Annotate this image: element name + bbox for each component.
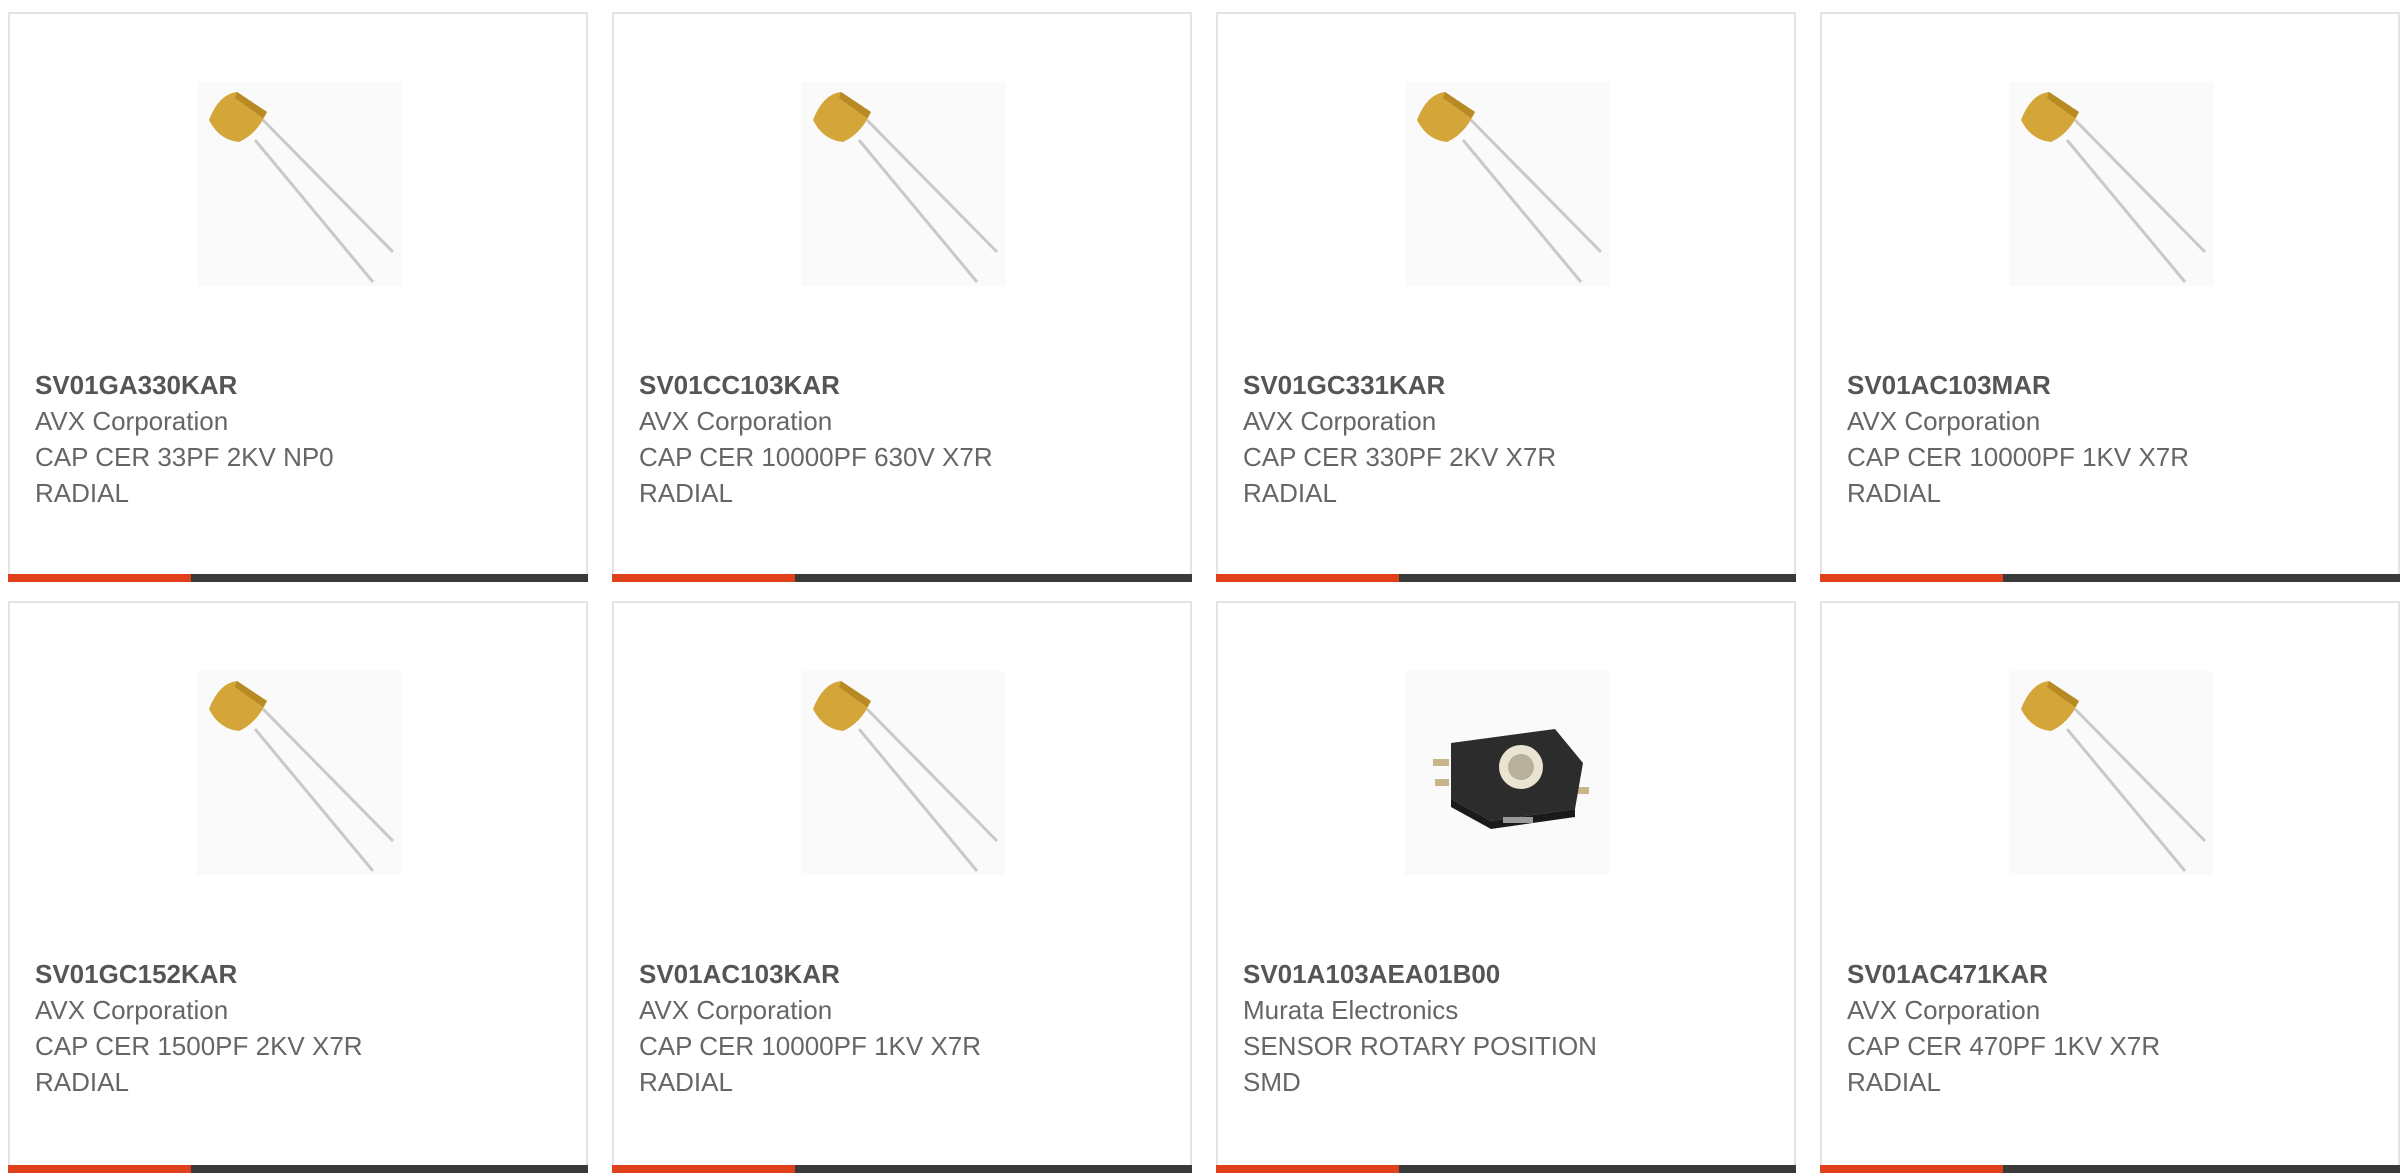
- card-accent-bar: [612, 574, 1192, 582]
- description-line-2: RADIAL: [1243, 478, 1337, 508]
- part-number-link[interactable]: SV01GC152KAR: [35, 956, 555, 992]
- product-card[interactable]: SV01GA330KAR AVX Corporation CAP CER 33P…: [8, 12, 588, 582]
- description-line-2: RADIAL: [1847, 478, 1941, 508]
- ceramic-capacitor-radial-icon[interactable]: [197, 82, 401, 286]
- description-line-1: CAP CER 470PF 1KV X7R: [1847, 1031, 2161, 1061]
- card-accent-bar: [8, 1165, 588, 1173]
- ceramic-capacitor-radial-icon[interactable]: [197, 671, 401, 875]
- product-card[interactable]: SV01GC152KAR AVX Corporation CAP CER 150…: [8, 601, 588, 1173]
- manufacturer: AVX Corporation: [35, 406, 229, 436]
- card-accent-bar: [612, 1165, 1192, 1173]
- ceramic-capacitor-radial-icon[interactable]: [801, 82, 1005, 286]
- description-line-1: CAP CER 1500PF 2KV X7R: [35, 1031, 363, 1061]
- description-line-1: CAP CER 10000PF 1KV X7R: [1847, 442, 2190, 472]
- card-accent-bar: [1216, 1165, 1796, 1173]
- part-number-link[interactable]: SV01CC103KAR: [639, 367, 1159, 403]
- product-card[interactable]: SV01AC103MAR AVX Corporation CAP CER 100…: [1820, 12, 2400, 582]
- card-accent-bar: [1820, 1165, 2400, 1173]
- product-card[interactable]: SV01GC331KAR AVX Corporation CAP CER 330…: [1216, 12, 1796, 582]
- description-line-2: RADIAL: [639, 478, 733, 508]
- part-number-link[interactable]: SV01AC103KAR: [639, 956, 1159, 992]
- ceramic-capacitor-radial-icon[interactable]: [2009, 671, 2213, 875]
- rotary-position-sensor-icon[interactable]: [1405, 671, 1609, 875]
- product-card[interactable]: SV01AC103KAR AVX Corporation CAP CER 100…: [612, 601, 1192, 1173]
- manufacturer: AVX Corporation: [639, 995, 833, 1025]
- description-line-1: CAP CER 33PF 2KV NP0: [35, 442, 334, 472]
- description-line-1: CAP CER 10000PF 1KV X7R: [639, 1031, 982, 1061]
- description-line-2: RADIAL: [1847, 1067, 1941, 1097]
- ceramic-capacitor-radial-icon[interactable]: [2009, 82, 2213, 286]
- manufacturer: AVX Corporation: [639, 406, 833, 436]
- manufacturer: Murata Electronics: [1243, 995, 1459, 1025]
- description-line-2: RADIAL: [35, 478, 129, 508]
- manufacturer: AVX Corporation: [1847, 406, 2041, 436]
- description-line-2: RADIAL: [639, 1067, 733, 1097]
- description-line-1: CAP CER 330PF 2KV X7R: [1243, 442, 1557, 472]
- manufacturer: AVX Corporation: [1847, 995, 2041, 1025]
- card-accent-bar: [1820, 574, 2400, 582]
- card-accent-bar: [1216, 574, 1796, 582]
- product-card[interactable]: SV01A103AEA01B00 Murata Electronics SENS…: [1216, 601, 1796, 1173]
- ceramic-capacitor-radial-icon[interactable]: [1405, 82, 1609, 286]
- description-line-2: SMD: [1243, 1067, 1301, 1097]
- product-card[interactable]: SV01AC471KAR AVX Corporation CAP CER 470…: [1820, 601, 2400, 1173]
- part-number-link[interactable]: SV01GC331KAR: [1243, 367, 1763, 403]
- part-number-link[interactable]: SV01AC103MAR: [1847, 367, 2367, 403]
- product-card[interactable]: SV01CC103KAR AVX Corporation CAP CER 100…: [612, 12, 1192, 582]
- description-line-1: SENSOR ROTARY POSITION: [1243, 1031, 1597, 1061]
- manufacturer: AVX Corporation: [1243, 406, 1437, 436]
- part-number-link[interactable]: SV01A103AEA01B00: [1243, 956, 1763, 992]
- manufacturer: AVX Corporation: [35, 995, 229, 1025]
- part-number-link[interactable]: SV01AC471KAR: [1847, 956, 2367, 992]
- ceramic-capacitor-radial-icon[interactable]: [801, 671, 1005, 875]
- part-number-link[interactable]: SV01GA330KAR: [35, 367, 555, 403]
- description-line-2: RADIAL: [35, 1067, 129, 1097]
- card-accent-bar: [8, 574, 588, 582]
- description-line-1: CAP CER 10000PF 630V X7R: [639, 442, 993, 472]
